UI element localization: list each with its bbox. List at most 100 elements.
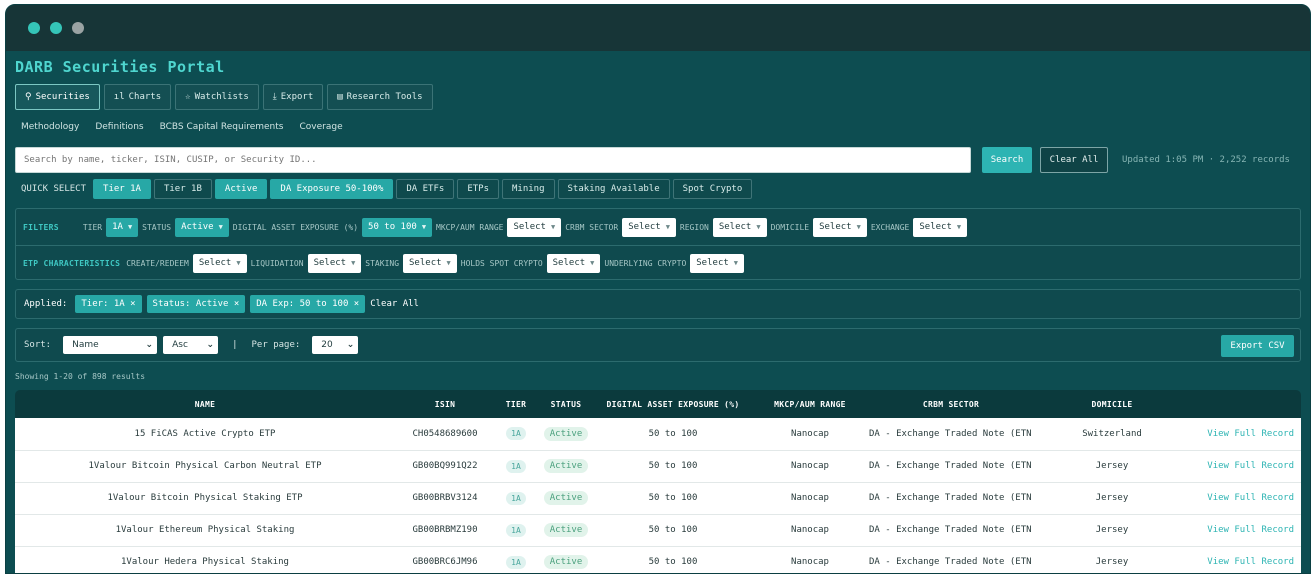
view-full-record-link[interactable]: View Full Record [1191, 514, 1301, 546]
status-badge: Active [543, 555, 589, 569]
tab-watchlists[interactable]: ☆ Watchlists [175, 84, 259, 110]
quick-chip-staking-available[interactable]: Staking Available [557, 179, 670, 199]
etp-select-create-redeem[interactable]: Select ▼ [192, 254, 247, 273]
cell-range: Nanocap [791, 525, 829, 535]
dropdown-arrow-icon: ▼ [665, 222, 670, 231]
cell-status: Active [537, 450, 595, 482]
table-row[interactable]: 1Valour Hedera Physical Staking GB00BRC6… [15, 546, 1301, 573]
etp-select-holds-spot-crypto[interactable]: Select ▼ [546, 254, 601, 273]
window-minimize-dot[interactable] [50, 22, 62, 34]
cell-isin: CH0548689600 [412, 428, 478, 439]
column-header-isin[interactable]: ISIN [395, 390, 495, 418]
toolbar-separator: | [232, 340, 238, 350]
per-page-select[interactable]: 20 ⌄ [312, 336, 359, 354]
per-page-label: Per page: [251, 340, 301, 350]
filter-select-crbm-sector[interactable]: Select ▼ [622, 217, 676, 237]
column-header-exposure[interactable]: DIGITAL ASSET EXPOSURE (%) [595, 390, 751, 418]
tab-export[interactable]: ⤓ Export [262, 84, 324, 110]
view-full-record-link[interactable]: View Full Record [1191, 546, 1301, 573]
chevron-down-icon: ⌄ [346, 340, 355, 350]
column-header-name[interactable]: NAME [15, 390, 395, 418]
quick-select-bar: QUICK SELECT Tier 1A Tier 1B Active DA E… [15, 179, 1301, 199]
filter-select-tier[interactable]: 1A ▼ [106, 217, 139, 237]
filter-select-exchange[interactable]: Select ▼ [913, 217, 968, 237]
tier-badge: 1A [506, 427, 526, 441]
tier-badge: 1A [506, 555, 526, 569]
tab-securities[interactable]: ⚲ Securities [15, 84, 100, 110]
etp-characteristics-row: ETP CHARACTERISTICS CREATE/REDEEM Select… [16, 245, 1300, 281]
cell-domicile: Jersey [1095, 557, 1129, 567]
subnav-definitions[interactable]: Definitions [95, 122, 143, 136]
tab-charts[interactable]: ıl Charts [103, 84, 172, 110]
etp-select-staking[interactable]: Select ▼ [403, 254, 457, 273]
cell-domicile: Jersey [1095, 493, 1129, 503]
quick-chip-tier-1a[interactable]: Tier 1A [93, 179, 151, 199]
filter-select-mkcp-aum-range[interactable]: Select ▼ [507, 217, 562, 237]
table-row[interactable]: 1Valour Bitcoin Physical Staking ETP GB0… [15, 482, 1301, 514]
filter-value: Select [919, 221, 952, 232]
results-table: NAME ISIN TIER STATUS DIGITAL ASSET EXPO… [15, 390, 1301, 573]
etp-select-underlying-crypto[interactable]: Select ▼ [690, 254, 744, 273]
cell-name: 1Valour Ethereum Physical Staking [115, 525, 295, 535]
window-close-dot[interactable] [28, 22, 40, 34]
etp-select-liquidation[interactable]: Select ▼ [307, 254, 362, 273]
clear-all-button[interactable]: Clear All [1040, 147, 1108, 173]
cell-status: Active [537, 546, 595, 573]
search-button[interactable]: Search [982, 147, 1032, 173]
sort-field-select[interactable]: Name ⌄ [63, 336, 158, 354]
applied-tag-tier[interactable]: Tier: 1A × [75, 295, 142, 313]
filter-select-domicile[interactable]: Select ▼ [813, 217, 867, 237]
subnav-bcbs-capital-requirements[interactable]: BCBS Capital Requirements [160, 122, 284, 136]
subnav-coverage[interactable]: Coverage [299, 122, 342, 136]
filter-select-region[interactable]: Select ▼ [712, 217, 767, 237]
applied-tag-status[interactable]: Status: Active × [146, 295, 246, 313]
column-header-tier[interactable]: TIER [495, 390, 537, 418]
quick-chip-spot-crypto[interactable]: Spot Crypto [672, 179, 753, 199]
quick-chip-mining[interactable]: Mining [502, 179, 555, 199]
dropdown-arrow-icon: ▼ [590, 259, 595, 267]
tab-research-tools[interactable]: ▤ Research Tools [327, 84, 433, 110]
filter-label-domicile: DOMICILE [770, 222, 810, 232]
column-header-domicile[interactable]: DOMICILE [1033, 390, 1191, 418]
applied-clear-all-link[interactable]: Clear All [370, 299, 419, 309]
table-row[interactable]: 1Valour Ethereum Physical Staking GB00BR… [15, 514, 1301, 546]
cell-domicile: Jersey [1095, 461, 1129, 471]
cell-exposure: 50 to 100 [648, 493, 698, 503]
cell-status: Active [537, 418, 595, 450]
star-icon: ☆ [185, 92, 191, 102]
cell-status: Active [537, 514, 595, 546]
column-header-status[interactable]: STATUS [537, 390, 595, 418]
window-maximize-dot[interactable] [72, 22, 84, 34]
view-full-record-link[interactable]: View Full Record [1191, 418, 1301, 450]
tab-label: Watchlists [194, 92, 249, 102]
subnav-methodology[interactable]: Methodology [21, 122, 79, 136]
cell-isin: GB00BRC6JM96 [412, 557, 478, 567]
per-page-value: 20 [321, 340, 333, 350]
cell-domicile: Switzerland [1082, 428, 1142, 439]
tab-label: Securities [35, 92, 90, 102]
quick-chip-etps[interactable]: ETPs [457, 179, 499, 199]
filter-label-digital-asset-exposure: DIGITAL ASSET EXPOSURE (%) [232, 222, 359, 232]
quick-chip-tier-1b[interactable]: Tier 1B [153, 179, 212, 199]
sort-order-select[interactable]: Asc ⌄ [163, 336, 219, 354]
filter-value: Select [696, 258, 729, 268]
etp-label-underlying-crypto: UNDERLYING CRYPTO [604, 259, 687, 268]
quick-chip-da-exposure[interactable]: DA Exposure 50-100% [270, 179, 394, 199]
view-full-record-link[interactable]: View Full Record [1191, 450, 1301, 482]
view-full-record-link[interactable]: View Full Record [1191, 482, 1301, 514]
column-header-range[interactable]: MKCP/AUM RANGE [751, 390, 869, 418]
export-csv-button[interactable]: Export CSV [1221, 335, 1294, 357]
quick-chip-da-etfs[interactable]: DA ETFs [396, 179, 455, 199]
etp-label-holds-spot-crypto: HOLDS SPOT CRYPTO [460, 259, 543, 268]
cell-sector: DA - Exchange Traded Note (ETN) [869, 557, 1033, 567]
column-header-sector[interactable]: CRBM SECTOR [869, 390, 1033, 418]
table-row[interactable]: 1Valour Bitcoin Physical Carbon Neutral … [15, 450, 1301, 482]
search-input[interactable] [15, 147, 971, 173]
quick-chip-active[interactable]: Active [214, 179, 268, 199]
cell-range: Nanocap [791, 493, 829, 503]
applied-tag-da-exposure[interactable]: DA Exp: 50 to 100 × [250, 295, 366, 313]
filter-select-digital-asset-exposure[interactable]: 50 to 100 ▼ [362, 217, 433, 237]
table-row[interactable]: 15 FiCAS Active Crypto ETP CH0548689600 … [15, 418, 1301, 450]
chevron-down-icon: ⌄ [145, 340, 154, 350]
filter-select-status[interactable]: Active ▼ [175, 217, 229, 237]
